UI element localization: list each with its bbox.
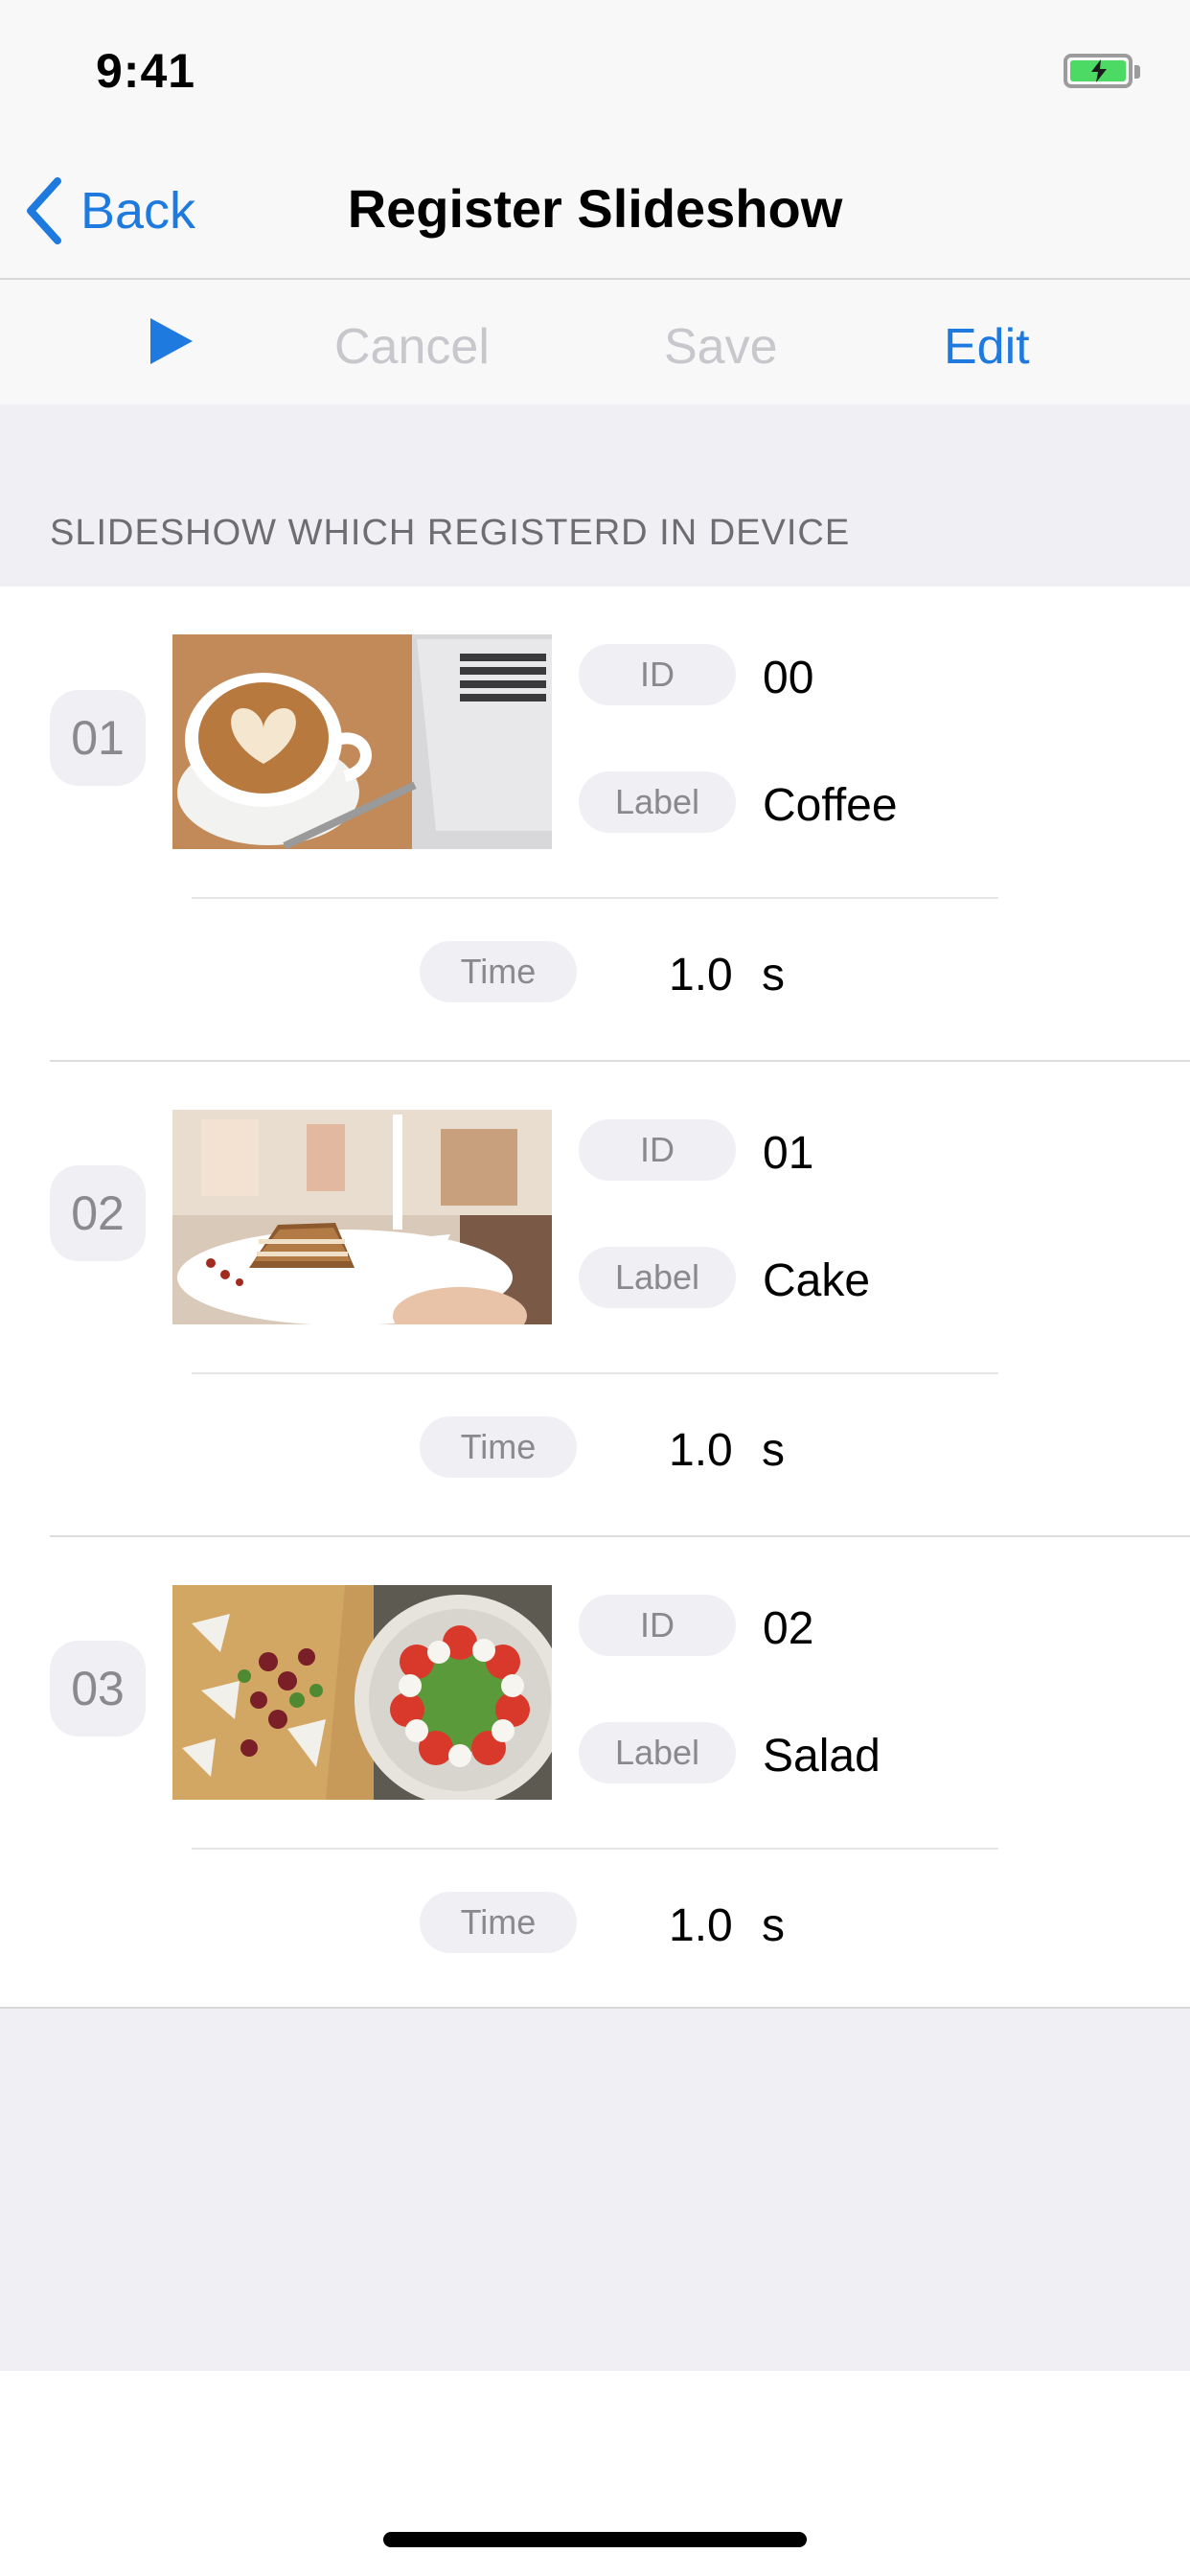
salad-thumbnail — [172, 1585, 552, 1800]
slideshow-list: 01 ID 00 Label Coffee Time 1.0 s 02 ID 0… — [0, 586, 1190, 2010]
coffee-thumbnail — [172, 634, 552, 849]
status-bar: 9:41 — [0, 0, 1190, 144]
play-icon[interactable] — [149, 316, 195, 366]
label-tag: Label — [579, 1722, 736, 1783]
navigation-bar: Back Register Slideshow — [0, 144, 1190, 280]
divider — [192, 1372, 998, 1374]
item-number: 03 — [50, 1641, 146, 1736]
list-item[interactable]: 03 ID 02 Label Salad Time 1.0 s — [0, 1537, 1190, 2012]
label-value: Coffee — [763, 780, 898, 831]
cake-thumbnail — [172, 1110, 552, 1324]
time-tag: Time — [420, 941, 577, 1002]
time-unit: s — [762, 1425, 785, 1476]
time-value: 1.0 — [669, 1900, 733, 1951]
label-value: Salad — [763, 1731, 881, 1782]
id-tag: ID — [579, 644, 736, 705]
time-tag: Time — [420, 1416, 577, 1478]
id-value: 02 — [763, 1603, 814, 1654]
list-item[interactable]: 01 ID 00 Label Coffee Time 1.0 s — [0, 586, 1190, 1062]
section-header: SLIDESHOW WHICH REGISTERD IN DEVICE — [50, 513, 851, 553]
time-unit: s — [762, 1900, 785, 1951]
label-tag: Label — [579, 771, 736, 833]
section-header-area — [0, 404, 1190, 586]
time-tag: Time — [420, 1892, 577, 1953]
cancel-button[interactable]: Cancel — [334, 318, 490, 376]
empty-area — [0, 2009, 1190, 2371]
page-title: Register Slideshow — [347, 178, 843, 239]
time-value: 1.0 — [669, 1425, 733, 1476]
item-number: 02 — [50, 1165, 146, 1261]
id-value: 01 — [763, 1128, 814, 1179]
home-indicator[interactable] — [383, 2532, 807, 2547]
id-tag: ID — [579, 1595, 736, 1656]
label-tag: Label — [579, 1247, 736, 1308]
id-tag: ID — [579, 1119, 736, 1181]
id-value: 00 — [763, 653, 814, 703]
status-time: 9:41 — [96, 44, 196, 98]
divider — [192, 897, 998, 899]
time-value: 1.0 — [669, 950, 733, 1000]
label-value: Cake — [763, 1255, 871, 1306]
time-unit: s — [762, 950, 785, 1000]
edit-button[interactable]: Edit — [944, 318, 1030, 376]
battery-charging-icon — [1064, 54, 1140, 88]
item-number: 01 — [50, 690, 146, 786]
divider — [192, 1848, 998, 1850]
save-button[interactable]: Save — [664, 318, 778, 376]
list-item[interactable]: 02 ID 01 Label Cake Time 1.0 s — [0, 1062, 1190, 1537]
